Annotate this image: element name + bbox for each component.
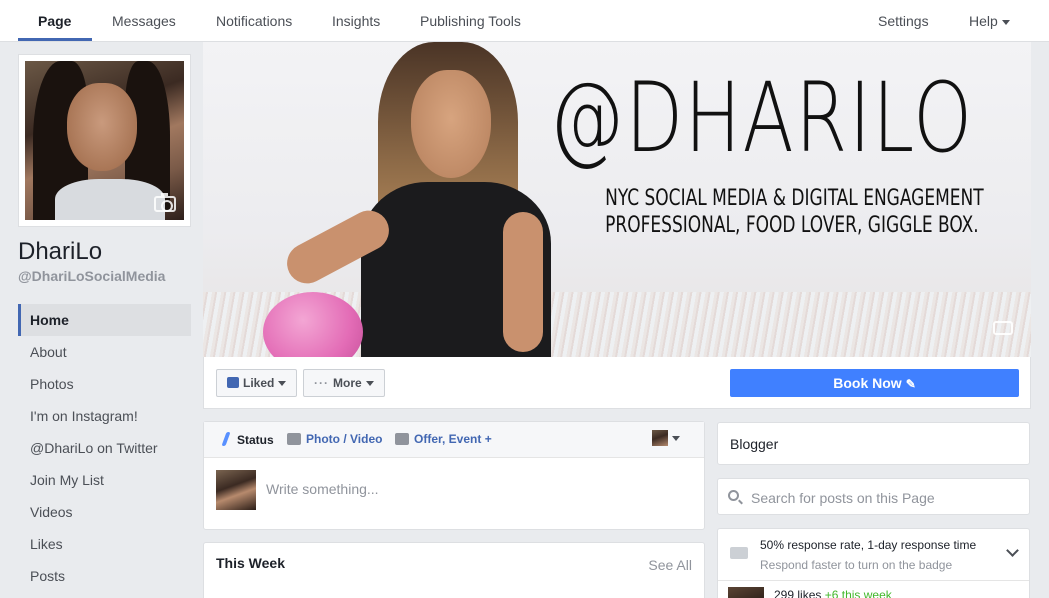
composer-tab-photo-video[interactable]: Photo / Video — [287, 432, 382, 446]
tab-settings[interactable]: Settings — [878, 0, 929, 42]
shirt-shape — [55, 179, 165, 220]
liked-label: Liked — [243, 376, 275, 390]
page-username[interactable]: @DhariLoSocialMedia — [18, 268, 165, 284]
more-label: More — [333, 376, 362, 390]
chevron-down-icon[interactable] — [1006, 544, 1019, 557]
pencil-icon: ✎ — [905, 377, 916, 391]
sidebar-item-join-list[interactable]: Join My List — [18, 464, 191, 496]
this-week-card: This Week See All — [203, 542, 705, 598]
avatar — [216, 470, 256, 510]
cover-tagline-line-2: PROFESSIONAL, FOOD LOVER, GIGGLE BOX. — [605, 213, 979, 238]
book-now-label: Book Now — [833, 375, 902, 391]
avatar — [728, 587, 764, 598]
likes-this-week: +6 this week — [824, 588, 892, 598]
chevron-down-icon — [672, 435, 680, 441]
active-tab-indicator — [18, 38, 92, 41]
composer-input[interactable]: Write something... — [266, 481, 379, 497]
composer-tab-status[interactable]: Status — [220, 432, 274, 447]
see-all-link[interactable]: See All — [648, 557, 692, 573]
avatar — [652, 430, 668, 446]
chevron-down-icon — [365, 381, 374, 387]
photo-video-label: Photo / Video — [306, 432, 383, 446]
sidebar-item-likes[interactable]: Likes — [18, 528, 191, 560]
chevron-down-icon — [1001, 19, 1010, 25]
this-week-title: This Week — [216, 555, 285, 571]
sidebar-item-about[interactable]: About — [18, 336, 191, 368]
more-dots-icon: ··· — [314, 376, 329, 390]
response-rate-text: 50% response rate, 1-day response time — [760, 538, 977, 552]
page-post-search[interactable]: Search for posts on this Page — [717, 478, 1030, 515]
offer-icon — [395, 433, 409, 445]
cover-handle-text: @DHARILO — [549, 62, 974, 174]
tab-insights[interactable]: Insights — [332, 0, 380, 42]
help-label: Help — [969, 13, 998, 29]
offer-event-label: Offer, Event + — [414, 432, 492, 446]
sidebar-item-posts[interactable]: Posts — [18, 560, 191, 592]
book-now-button[interactable]: Book Now ✎ — [730, 369, 1019, 397]
chat-bubble-icon — [730, 547, 748, 559]
camera-icon[interactable] — [993, 321, 1013, 335]
camera-icon — [287, 433, 301, 445]
cover-photo[interactable]: @DHARILO NYC SOCIAL MEDIA & DIGITAL ENGA… — [203, 42, 1031, 357]
likes-summary: 299 likes +6 this week — [774, 588, 892, 598]
sidebar-item-photos[interactable]: Photos — [18, 368, 191, 400]
divider — [718, 580, 1029, 581]
tab-messages[interactable]: Messages — [112, 0, 176, 42]
more-button[interactable]: ··· More — [303, 369, 385, 397]
profile-picture[interactable] — [18, 54, 191, 227]
page-top-nav: Page Messages Notifications Insights Pub… — [0, 0, 1049, 42]
cover-arm-right — [503, 212, 543, 352]
cover-tagline: NYC SOCIAL MEDIA & DIGITAL ENGAGEMENT PR… — [605, 185, 984, 239]
tab-help[interactable]: Help — [969, 0, 1010, 42]
likes-count: 299 likes — [774, 588, 822, 598]
face-shape — [67, 83, 137, 171]
sidebar-item-videos[interactable]: Videos — [18, 496, 191, 528]
cover-face — [411, 70, 491, 178]
search-icon — [728, 490, 739, 501]
sidebar-item-home[interactable]: Home — [18, 304, 191, 336]
status-label: Status — [237, 433, 274, 447]
camera-icon[interactable] — [154, 193, 176, 212]
post-composer: Status Photo / Video Offer, Event + Writ… — [203, 421, 705, 530]
profile-photo — [25, 61, 184, 220]
sidebar-item-instagram[interactable]: I'm on Instagram! — [18, 400, 191, 432]
tab-notifications[interactable]: Notifications — [216, 0, 292, 42]
composer-tab-offer-event[interactable]: Offer, Event + — [395, 432, 492, 446]
cover-tagline-line-1: NYC SOCIAL MEDIA & DIGITAL ENGAGEMENT — [605, 186, 984, 211]
response-rate-card: 50% response rate, 1-day response time R… — [717, 528, 1030, 598]
composer-tabs: Status Photo / Video Offer, Event + — [204, 422, 704, 458]
response-hint-text: Respond faster to turn on the badge — [760, 558, 953, 572]
page-title: DhariLo — [18, 238, 103, 265]
page-sidebar-nav: Home About Photos I'm on Instagram! @Dha… — [18, 304, 191, 592]
liked-button[interactable]: Liked — [216, 369, 298, 397]
post-as-selector[interactable] — [652, 430, 680, 446]
tab-publishing-tools[interactable]: Publishing Tools — [420, 0, 521, 42]
thumbs-up-icon — [227, 377, 239, 388]
pencil-icon — [221, 432, 231, 446]
chevron-down-icon — [278, 381, 287, 387]
page-category[interactable]: Blogger — [717, 422, 1030, 465]
sidebar-item-twitter[interactable]: @DhariLo on Twitter — [18, 432, 191, 464]
composer-body: Write something... — [204, 458, 704, 530]
page-action-bar: Liked ··· More Book Now ✎ — [203, 357, 1031, 409]
search-input[interactable]: Search for posts on this Page — [751, 490, 935, 506]
tab-page[interactable]: Page — [38, 0, 71, 42]
